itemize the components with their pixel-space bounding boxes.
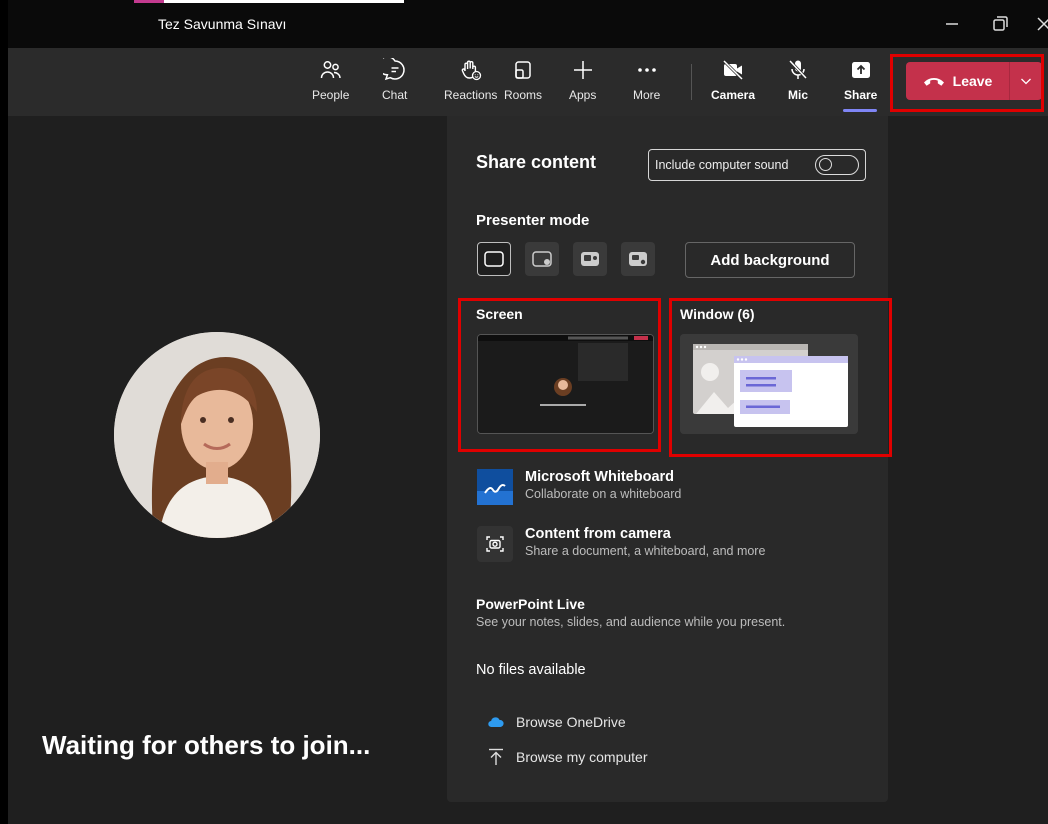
rooms-button[interactable]: Rooms (504, 54, 542, 112)
reporter-icon (629, 252, 647, 266)
presenter-mode-content-only[interactable] (477, 242, 511, 276)
include-sound-toggle[interactable]: Include computer sound (648, 149, 866, 181)
mic-button[interactable]: Mic (786, 54, 810, 112)
leave-highlight-box (890, 54, 1044, 112)
rooms-label: Rooms (504, 88, 543, 102)
upload-icon (489, 748, 503, 765)
camera-button[interactable]: Camera (711, 54, 755, 112)
avatar (114, 332, 320, 538)
more-button[interactable]: More (633, 54, 660, 112)
chat-label: Chat (382, 88, 408, 102)
camera-label: Camera (711, 88, 756, 102)
window-highlight-box (669, 298, 892, 457)
restore-icon[interactable] (988, 12, 1012, 36)
reactions-button[interactable]: Reactions (444, 54, 497, 112)
screen-highlight-box (458, 298, 661, 452)
window-title: Tez Savunma Sınavı (158, 16, 287, 32)
whiteboard-option[interactable]: Microsoft Whiteboard Collaborate on a wh… (477, 469, 681, 505)
share-button[interactable]: Share (844, 54, 877, 112)
powerpoint-live-heading: PowerPoint Live (476, 596, 585, 612)
more-icon (637, 68, 656, 72)
chat-button[interactable]: Chat (382, 54, 407, 112)
more-label: More (633, 88, 661, 102)
mic-off-icon (788, 59, 808, 80)
title-bar: Tez Savunma Sınavı (8, 0, 1048, 48)
onedrive-icon (488, 717, 504, 728)
presenter-mode-side-by-side[interactable] (573, 242, 607, 276)
mic-label: Mic (787, 88, 808, 102)
camera-content-subtitle: Share a document, a whiteboard, and more (525, 544, 766, 558)
whiteboard-subtitle: Collaborate on a whiteboard (525, 487, 682, 501)
share-label: Share (844, 88, 878, 102)
plus-icon (573, 61, 592, 79)
people-label: People (312, 88, 350, 102)
toolbar-divider (691, 64, 692, 100)
content-only-icon (484, 251, 504, 267)
people-button[interactable]: People (312, 54, 349, 112)
powerpoint-live-subtitle: See your notes, slides, and audience whi… (476, 615, 786, 629)
apps-label: Apps (569, 88, 597, 102)
share-icon (851, 62, 870, 78)
rooms-icon (515, 61, 531, 79)
content-from-camera-option[interactable]: Content from camera Share a document, a … (477, 526, 765, 562)
document-camera-icon (477, 526, 513, 562)
apps-button[interactable]: Apps (569, 54, 596, 112)
browse-computer-label: Browse my computer (516, 749, 648, 765)
share-active-indicator (843, 109, 877, 112)
no-files-text: No files available (476, 662, 586, 678)
camera-content-title: Content from camera (525, 526, 671, 542)
close-icon[interactable] (1032, 12, 1048, 36)
browse-onedrive-label: Browse OneDrive (516, 714, 626, 730)
title-accent (134, 0, 404, 3)
standout-icon (532, 251, 552, 267)
share-content-panel: Share content Include computer sound Pre… (447, 116, 888, 802)
presenter-mode-heading: Presenter mode (476, 212, 590, 229)
reactions-icon (461, 60, 481, 81)
toggle-switch[interactable] (815, 155, 859, 175)
add-background-button[interactable]: Add background (685, 242, 855, 278)
presenter-mode-standout[interactable] (525, 242, 559, 276)
camera-off-icon (722, 59, 744, 81)
browse-onedrive-link[interactable]: Browse OneDrive (488, 714, 626, 730)
presenter-mode-reporter[interactable] (621, 242, 655, 276)
include-sound-label: Include computer sound (655, 158, 789, 172)
whiteboard-title: Microsoft Whiteboard (525, 469, 675, 485)
browse-computer-link[interactable]: Browse my computer (488, 748, 647, 766)
people-icon (320, 61, 341, 79)
share-content-title: Share content (476, 152, 597, 172)
chat-icon (382, 58, 405, 81)
waiting-text: Waiting for others to join... (42, 730, 371, 760)
minimize-icon[interactable] (940, 12, 964, 36)
reactions-label: Reactions (444, 88, 498, 102)
side-by-side-icon (581, 252, 599, 266)
whiteboard-icon (477, 469, 513, 505)
